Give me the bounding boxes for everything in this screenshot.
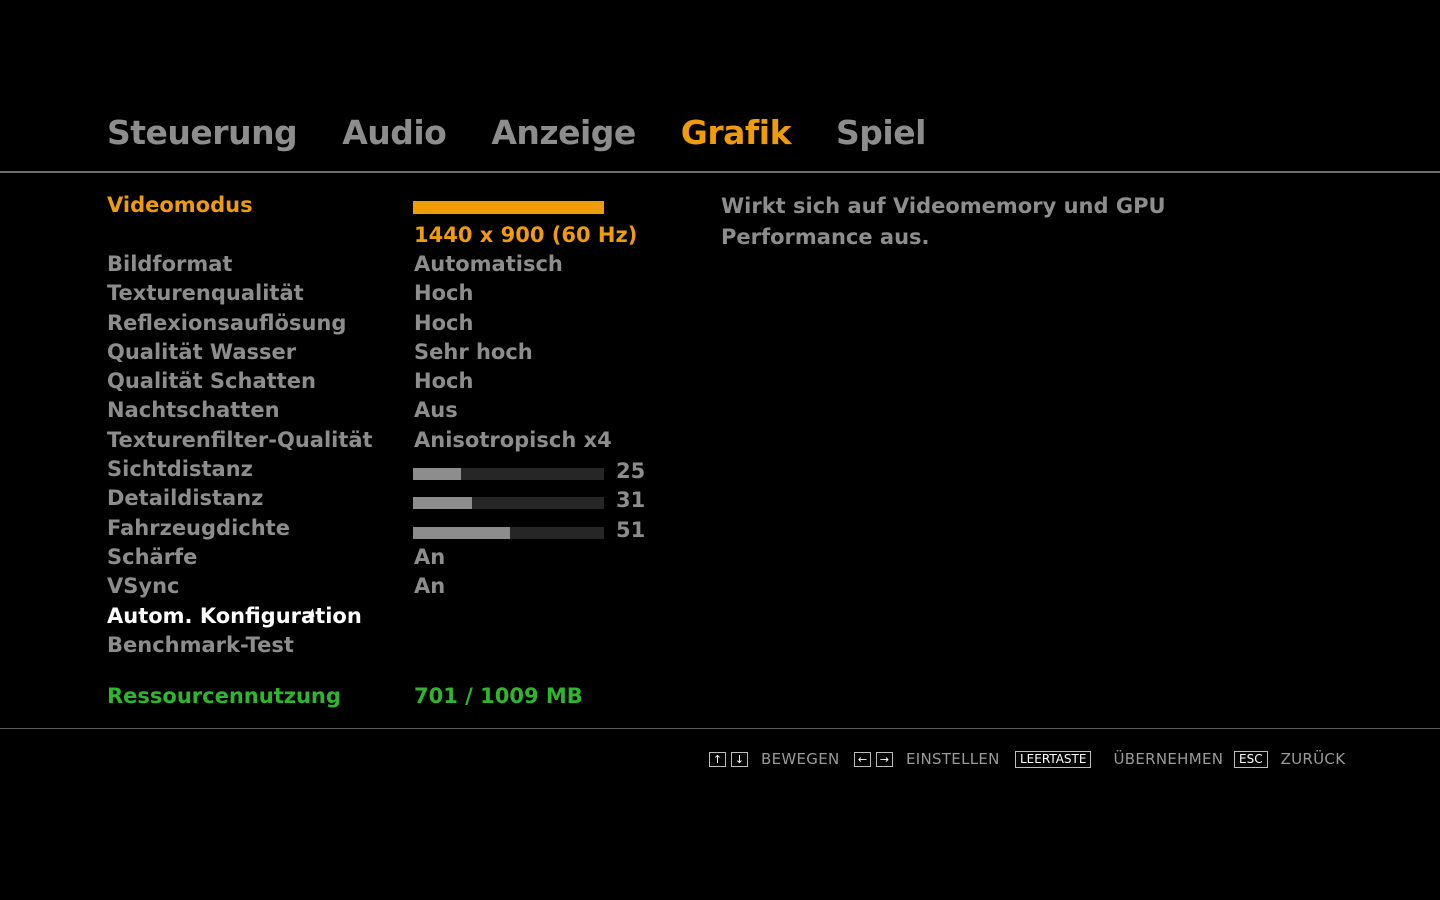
setting-texturenqualitaet[interactable]: Texturenqualität Hoch bbox=[107, 279, 707, 308]
setting-label: Sichtdistanz bbox=[107, 457, 253, 482]
setting-value: Hoch bbox=[414, 281, 474, 306]
hint-move: ↑ ↓ BEWEGEN bbox=[709, 750, 840, 768]
slider-fill bbox=[413, 468, 461, 481]
setting-value: 1440 x 900 (60 Hz) bbox=[414, 223, 638, 247]
sichtdistanz-slider[interactable] bbox=[413, 468, 604, 481]
resource-value: 701 / 1009 MB bbox=[414, 684, 583, 708]
setting-qualitaet-wasser[interactable]: Qualität Wasser Sehr hoch bbox=[107, 338, 707, 367]
spacebar-key-icon: LEERTASTE bbox=[1015, 750, 1092, 768]
slider-value: 51 bbox=[616, 517, 646, 542]
setting-sichtdistanz[interactable]: Sichtdistanz 25 bbox=[107, 455, 707, 484]
setting-label: Detaildistanz bbox=[107, 486, 264, 511]
setting-detaildistanz[interactable]: Detaildistanz 31 bbox=[107, 484, 707, 513]
bottom-divider bbox=[0, 728, 1440, 729]
setting-label: VSync bbox=[107, 574, 180, 599]
setting-label: Schärfe bbox=[107, 544, 198, 569]
setting-fahrzeugdichte[interactable]: Fahrzeugdichte 51 bbox=[107, 514, 707, 543]
hint-move-label: BEWEGEN bbox=[761, 750, 840, 768]
resource-label: Ressourcennutzung bbox=[107, 684, 341, 708]
setting-label: Videomodus bbox=[107, 193, 253, 217]
slider-fill bbox=[413, 526, 511, 539]
setting-nachtschatten[interactable]: Nachtschatten Aus bbox=[107, 396, 707, 425]
hint-apply[interactable]: LEERTASTE ÜBERNEHMEN bbox=[1015, 750, 1223, 768]
esc-key-icon: ESC bbox=[1234, 750, 1268, 768]
setting-label: Benchmark-Test bbox=[107, 632, 294, 657]
setting-value: Anisotropisch x4 bbox=[414, 427, 612, 452]
setting-reflexionsaufloesung[interactable]: Reflexionsauflösung Hoch bbox=[107, 309, 707, 338]
setting-qualitaet-schatten[interactable]: Qualität Schatten Hoch bbox=[107, 367, 707, 396]
tab-anzeige[interactable]: Anzeige bbox=[491, 112, 636, 154]
setting-texturenfilter[interactable]: Texturenfilter-Qualität Anisotropisch x4 bbox=[107, 426, 707, 455]
tab-steuerung[interactable]: Steuerung bbox=[107, 112, 298, 154]
setting-label: Autom. Konfiguration bbox=[107, 603, 362, 628]
tab-grafik[interactable]: Grafik bbox=[681, 112, 792, 154]
setting-schaerfe[interactable]: Schärfe An bbox=[107, 543, 707, 572]
resource-usage: Ressourcennutzung 701 / 1009 MB bbox=[107, 682, 583, 711]
slider-fill bbox=[413, 497, 473, 510]
hint-back[interactable]: ESC ZURÜCK bbox=[1234, 750, 1345, 768]
setting-value: Sehr hoch bbox=[414, 339, 533, 364]
benchmark-test-button[interactable]: Benchmark-Test bbox=[107, 631, 707, 660]
setting-vsync[interactable]: VSync An bbox=[107, 572, 707, 601]
control-hints: ↑ ↓ BEWEGEN ← → EINSTELLEN LEERTASTE ÜBE… bbox=[0, 750, 1440, 774]
autom-konfiguration-button[interactable]: Autom. Konfiguration bbox=[107, 602, 707, 631]
setting-value: Automatisch bbox=[414, 252, 563, 276]
setting-label: Bildformat bbox=[107, 252, 233, 276]
setting-label: Texturenqualität bbox=[107, 281, 304, 306]
setting-bildformat[interactable]: Bildformat Automatisch bbox=[107, 250, 707, 279]
slider-value: 31 bbox=[616, 488, 646, 513]
hint-adjust: ← → EINSTELLEN bbox=[854, 750, 1000, 768]
setting-value: An bbox=[414, 574, 446, 599]
setting-description: Wirkt sich auf Videomemory und GPU Perfo… bbox=[721, 194, 1166, 249]
top-divider bbox=[0, 171, 1440, 173]
detaildistanz-slider[interactable] bbox=[413, 497, 604, 510]
arrow-up-key-icon: ↑ bbox=[709, 751, 726, 767]
setting-label: Nachtschatten bbox=[107, 398, 280, 423]
setting-label: Qualität Schatten bbox=[107, 369, 316, 394]
setting-label: Reflexionsauflösung bbox=[107, 310, 347, 335]
setting-value: Hoch bbox=[414, 369, 474, 394]
settings-tabs: Steuerung Audio Anzeige Grafik Spiel bbox=[107, 112, 926, 154]
tab-audio[interactable]: Audio bbox=[342, 112, 447, 154]
tab-spiel[interactable]: Spiel bbox=[836, 112, 926, 154]
arrow-left-key-icon: ← bbox=[854, 751, 871, 767]
setting-value: Aus bbox=[414, 398, 458, 423]
setting-label: Qualität Wasser bbox=[107, 339, 297, 364]
hint-back-label: ZURÜCK bbox=[1280, 750, 1346, 768]
settings-list: Videomodus 1440 x 900 (60 Hz) Bildformat… bbox=[107, 191, 707, 660]
selection-bar bbox=[413, 201, 604, 214]
arrow-right-key-icon: → bbox=[876, 751, 893, 767]
fahrzeugdichte-slider[interactable] bbox=[413, 526, 604, 539]
setting-videomodus[interactable]: Videomodus 1440 x 900 (60 Hz) bbox=[107, 191, 707, 250]
setting-label: Texturenfilter-Qualität bbox=[107, 427, 373, 452]
hint-apply-label: ÜBERNEHMEN bbox=[1113, 750, 1224, 768]
hint-adjust-label: EINSTELLEN bbox=[906, 750, 1000, 768]
arrow-down-key-icon: ↓ bbox=[731, 751, 748, 767]
setting-value: An bbox=[414, 544, 446, 569]
graphics-settings-screen: Steuerung Audio Anzeige Grafik Spiel Vid… bbox=[0, 0, 1440, 900]
setting-label: Fahrzeugdichte bbox=[107, 515, 290, 540]
setting-value: Hoch bbox=[414, 310, 474, 335]
slider-value: 25 bbox=[616, 459, 646, 484]
